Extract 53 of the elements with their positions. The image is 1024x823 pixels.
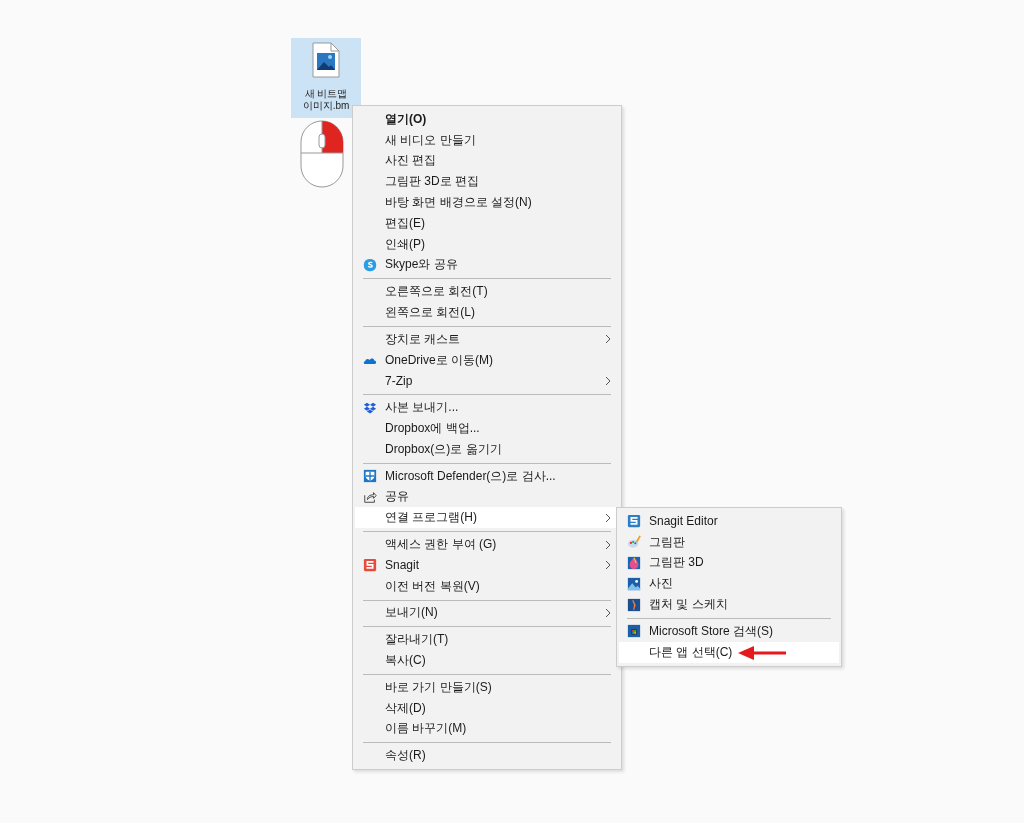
menu-item[interactable]: 그림판 — [619, 531, 839, 553]
desktop-file-icon[interactable]: 새 비트맵 이미지.bm — [291, 38, 361, 118]
menu-item[interactable]: 바탕 화면 배경으로 설정(N) — [355, 192, 619, 213]
menu-item[interactable]: 공유 — [355, 486, 619, 508]
shield-icon — [363, 469, 377, 484]
menu-item[interactable]: 편집(E) — [355, 213, 619, 234]
menu-item[interactable]: 액세스 권한 부여 (G) — [355, 534, 619, 555]
snagit-icon — [363, 558, 377, 573]
file-name: 새 비트맵 — [304, 88, 348, 100]
menu-item[interactable]: Dropbox에 백업... — [355, 418, 619, 439]
dropbox-icon — [363, 400, 377, 415]
pointer-arrow — [738, 645, 786, 661]
share-icon — [363, 489, 377, 504]
menu-item[interactable]: Microsoft Store 검색(S) — [619, 621, 839, 642]
menu-item[interactable]: 7-Zip — [355, 370, 619, 392]
image-file-icon — [312, 42, 340, 78]
menu-item[interactable]: 사진 편집 — [355, 150, 619, 172]
menu-item[interactable]: Skype와 공유 — [355, 254, 619, 276]
menu-item[interactable]: Snagit — [355, 554, 619, 576]
menu-item[interactable]: Snagit Editor — [619, 511, 839, 532]
menu-item[interactable]: 삭제(D) — [355, 697, 619, 719]
menu-label: 열기(O) — [385, 110, 427, 128]
menu-item[interactable]: 이름 바꾸기(M) — [355, 718, 619, 740]
menu-item[interactable]: 왼쪽으로 회전(L) — [355, 302, 619, 323]
menu-item[interactable]: 바로 가기 만들기(S) — [355, 676, 619, 698]
menu-item[interactable]: Dropbox(으)로 옮기기 — [355, 438, 619, 460]
menu-item[interactable]: 연결 프로그램(H) — [355, 507, 619, 529]
menu-item[interactable]: OneDrive로 이동(M) — [355, 349, 619, 371]
menu-item[interactable]: 인쇄(P) — [355, 233, 619, 255]
paint-3d-icon — [627, 556, 641, 570]
menu-item[interactable]: Microsoft Defender(으)로 검사... — [355, 465, 619, 487]
menu-item[interactable]: 사진 — [619, 573, 839, 595]
mouse-drawing — [300, 120, 344, 188]
menu-item[interactable]: 그림판 3D — [619, 552, 839, 574]
menu-item[interactable]: 복사(C) — [355, 650, 619, 671]
store-icon — [627, 624, 641, 639]
menu-item[interactable]: 그림판 3D로 편집 — [355, 171, 619, 193]
menu-item[interactable]: 다른 앱 선택(C) — [619, 641, 839, 663]
file-name: 이미지.bm — [302, 100, 350, 112]
menu-item[interactable]: 잘라내기(T) — [355, 629, 619, 651]
menu-item[interactable]: 캡처 및 스케치 — [619, 594, 839, 615]
menu-item[interactable]: 새 비디오 만들기 — [355, 129, 619, 151]
snagit-icon — [627, 514, 641, 529]
palette-icon — [627, 535, 641, 550]
menu-item[interactable]: 사본 보내기... — [355, 397, 619, 419]
menu-item[interactable]: 보내기(N) — [355, 602, 619, 624]
menu-item[interactable]: 이전 버전 복원(V) — [355, 575, 619, 597]
skype-icon — [363, 257, 377, 272]
snip-sketch-icon — [627, 597, 641, 612]
menu-item[interactable]: 장치로 캐스트 — [355, 328, 619, 350]
menu-item[interactable]: 오른쪽으로 회전(T) — [355, 281, 619, 303]
menu-item[interactable]: 속성(R) — [355, 745, 619, 767]
photo-icon — [627, 576, 641, 591]
